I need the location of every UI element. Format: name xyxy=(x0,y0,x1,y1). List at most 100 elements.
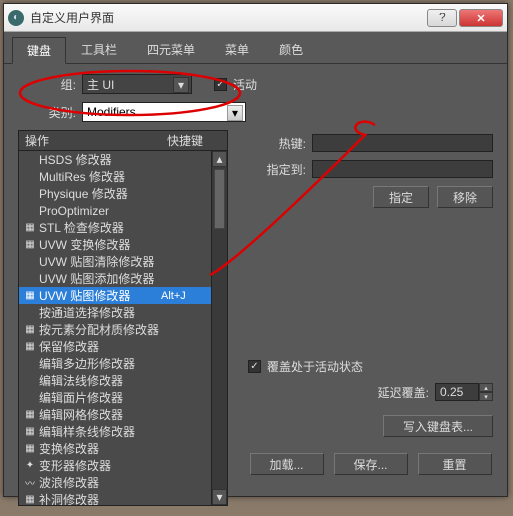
list-item[interactable]: ▦按元素分配材质修改器 xyxy=(19,321,211,338)
svg-text:?: ? xyxy=(439,13,446,23)
list-item[interactable]: ▦编辑网格修改器 xyxy=(19,406,211,423)
list-item[interactable]: ▦补洞修改器 xyxy=(19,491,211,505)
scrollbar[interactable]: ▴ ▾ xyxy=(211,151,227,505)
override-checkbox[interactable]: ✓ xyxy=(248,360,261,373)
item-icon: ▦ xyxy=(23,290,37,301)
item-shortcut: Alt+J xyxy=(161,290,211,302)
group-label: 组: xyxy=(48,76,76,93)
item-text: UVW 贴图修改器 xyxy=(39,287,161,304)
item-text: 按元素分配材质修改器 xyxy=(39,321,161,338)
override-label: 覆盖处于活动状态 xyxy=(267,358,363,375)
list-item[interactable]: 按通道选择修改器 xyxy=(19,304,211,321)
list-item[interactable]: ProOptimizer xyxy=(19,202,211,219)
item-icon: 〰 xyxy=(23,475,37,490)
list-item[interactable]: UVW 贴图清除修改器 xyxy=(19,253,211,270)
delay-label: 延迟覆盖: xyxy=(378,384,429,401)
list-item[interactable]: ▦保留修改器 xyxy=(19,338,211,355)
list-item[interactable]: ▦编辑样条线修改器 xyxy=(19,423,211,440)
item-icon: ▦ xyxy=(23,426,37,437)
item-text: 编辑网格修改器 xyxy=(39,406,161,423)
tab-menu[interactable]: 菜单 xyxy=(210,36,264,63)
category-value: Modifiers xyxy=(87,105,136,119)
active-label: 活动 xyxy=(233,76,257,93)
item-text: 补洞修改器 xyxy=(39,491,161,505)
list-item[interactable]: ▦STL 检查修改器 xyxy=(19,219,211,236)
delay-spinner[interactable]: 0.25 ▴ ▾ xyxy=(435,383,493,401)
assigned-label: 指定到: xyxy=(248,161,306,178)
col-action[interactable]: 操作 xyxy=(19,132,167,149)
help-button[interactable]: ? xyxy=(427,9,457,27)
tab-keyboard[interactable]: 键盘 xyxy=(12,37,66,64)
item-text: 编辑面片修改器 xyxy=(39,389,161,406)
chevron-down-icon: ▾ xyxy=(173,77,189,93)
item-text: 波浪修改器 xyxy=(39,474,161,491)
item-text: 编辑多边形修改器 xyxy=(39,355,161,372)
titlebar: ◐ 自定义用户界面 ? xyxy=(4,4,507,32)
list-header: 操作 快捷键 xyxy=(18,130,228,150)
list-item[interactable]: ▦变换修改器 xyxy=(19,440,211,457)
load-button[interactable]: 加载... xyxy=(250,453,324,475)
delay-value[interactable]: 0.25 xyxy=(435,383,479,401)
tab-toolbar[interactable]: 工具栏 xyxy=(66,36,132,63)
close-button[interactable] xyxy=(459,9,503,27)
category-label: 类别: xyxy=(34,104,76,121)
assigned-input[interactable] xyxy=(312,160,493,178)
list-item[interactable]: ▦UVW 贴图修改器Alt+J xyxy=(19,287,211,304)
item-icon: ▦ xyxy=(23,222,37,233)
list-item[interactable]: UVW 贴图添加修改器 xyxy=(19,270,211,287)
group-value: 主 UI xyxy=(87,76,114,93)
hotkey-label: 热键: xyxy=(248,135,306,152)
item-text: UVW 变换修改器 xyxy=(39,236,161,253)
list-item[interactable]: 编辑多边形修改器 xyxy=(19,355,211,372)
item-text: 编辑样条线修改器 xyxy=(39,423,161,440)
col-shortcut[interactable]: 快捷键 xyxy=(167,132,227,149)
item-text: 变换修改器 xyxy=(39,440,161,457)
item-text: MultiRes 修改器 xyxy=(39,168,161,185)
item-text: 按通道选择修改器 xyxy=(39,304,161,321)
reset-button[interactable]: 重置 xyxy=(418,453,492,475)
remove-button[interactable]: 移除 xyxy=(437,186,493,208)
item-icon: ✦ xyxy=(23,460,37,471)
item-text: Physique 修改器 xyxy=(39,185,161,202)
item-icon: ▦ xyxy=(23,341,37,352)
item-icon: ▦ xyxy=(23,239,37,250)
action-list[interactable]: HSDS 修改器MultiRes 修改器Physique 修改器 ProOptim… xyxy=(18,150,228,506)
scroll-down-icon[interactable]: ▾ xyxy=(212,489,227,505)
item-text: 变形器修改器 xyxy=(39,457,161,474)
item-text: HSDS 修改器 xyxy=(39,151,161,168)
spin-up-icon[interactable]: ▴ xyxy=(479,383,493,392)
hotkey-input[interactable] xyxy=(312,134,493,152)
item-text: STL 检查修改器 xyxy=(39,219,161,236)
save-button[interactable]: 保存... xyxy=(334,453,408,475)
list-item[interactable]: MultiRes 修改器 xyxy=(19,168,211,185)
assign-button[interactable]: 指定 xyxy=(373,186,429,208)
item-text: ProOptimizer xyxy=(39,204,161,218)
spin-down-icon[interactable]: ▾ xyxy=(479,392,493,401)
list-item[interactable]: 编辑面片修改器 xyxy=(19,389,211,406)
scroll-up-icon[interactable]: ▴ xyxy=(212,151,227,167)
tab-bar: 键盘 工具栏 四元菜单 菜单 颜色 xyxy=(4,32,507,64)
tab-color[interactable]: 颜色 xyxy=(264,36,318,63)
item-text: 保留修改器 xyxy=(39,338,161,355)
active-checkbox[interactable]: ✓ xyxy=(214,78,227,91)
list-item[interactable]: 编辑法线修改器 xyxy=(19,372,211,389)
tab-quadmenu[interactable]: 四元菜单 xyxy=(132,36,210,63)
list-item[interactable]: HSDS 修改器 xyxy=(19,151,211,168)
app-icon: ◐ xyxy=(8,10,24,26)
chevron-down-icon: ▾ xyxy=(227,105,243,121)
scroll-thumb[interactable] xyxy=(214,169,225,229)
item-text: UVW 贴图添加修改器 xyxy=(39,270,161,287)
window-title: 自定义用户界面 xyxy=(30,9,427,26)
list-item[interactable]: 〰波浪修改器 xyxy=(19,474,211,491)
item-icon: ▦ xyxy=(23,324,37,335)
category-dropdown[interactable]: Modifiers ▾ xyxy=(82,102,246,122)
list-item[interactable]: Physique 修改器 xyxy=(19,185,211,202)
group-dropdown[interactable]: 主 UI ▾ xyxy=(82,74,192,94)
item-text: UVW 贴图清除修改器 xyxy=(39,253,161,270)
item-text: 编辑法线修改器 xyxy=(39,372,161,389)
write-keyboard-button[interactable]: 写入键盘表... xyxy=(383,415,493,437)
item-icon: ▦ xyxy=(23,409,37,420)
list-item[interactable]: ✦变形器修改器 xyxy=(19,457,211,474)
list-item[interactable]: ▦UVW 变换修改器 xyxy=(19,236,211,253)
item-icon: ▦ xyxy=(23,443,37,454)
